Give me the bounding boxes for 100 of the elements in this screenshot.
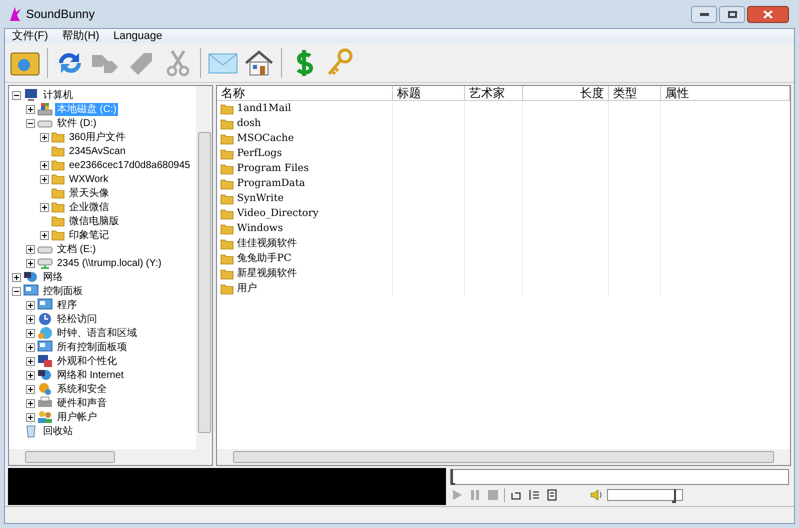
- column-header[interactable]: 名称: [217, 86, 393, 100]
- expand-icon[interactable]: [26, 356, 35, 366]
- expand-icon[interactable]: [40, 160, 49, 170]
- collapse-icon[interactable]: [12, 286, 21, 296]
- tree-item[interactable]: ee2366cec17d0d8a680945: [67, 158, 192, 172]
- playlist-icon[interactable]: [545, 488, 559, 502]
- expand-icon[interactable]: [40, 174, 49, 184]
- tree-item[interactable]: 文档 (E:): [55, 242, 98, 256]
- folder-icon: [220, 162, 234, 174]
- file-name[interactable]: 1and1Mail: [237, 101, 292, 116]
- tree-item[interactable]: WXWork: [67, 172, 110, 186]
- tree-item[interactable]: 回收站: [41, 424, 75, 438]
- folder-icon: [51, 201, 65, 213]
- tree-item[interactable]: 景天头像: [67, 186, 111, 200]
- tree-item[interactable]: 企业微信: [67, 200, 111, 214]
- control-panel-icon: [37, 298, 53, 312]
- horizontal-scrollbar[interactable]: [217, 449, 790, 465]
- tree-item[interactable]: 所有控制面板项: [55, 340, 129, 354]
- file-name[interactable]: 佳佳视频软件: [237, 236, 297, 251]
- file-name[interactable]: PerfLogs: [237, 146, 282, 161]
- vertical-scrollbar[interactable]: [196, 86, 212, 449]
- close-icon: [763, 10, 773, 18]
- tree-item[interactable]: 网络和 Internet: [55, 368, 126, 382]
- menu-item[interactable]: 文件(F): [5, 29, 56, 43]
- folder-icon: [220, 252, 234, 264]
- users-icon: [37, 410, 53, 424]
- network-icon: [23, 270, 39, 284]
- expand-icon[interactable]: [26, 342, 35, 352]
- folder-icon: [220, 192, 234, 204]
- printer-icon: [37, 396, 53, 410]
- column-header[interactable]: 属性: [661, 86, 790, 100]
- expand-icon[interactable]: [26, 328, 35, 338]
- expand-icon[interactable]: [12, 272, 21, 282]
- expand-icon[interactable]: [26, 314, 35, 324]
- expand-icon[interactable]: [26, 300, 35, 310]
- tree-item[interactable]: 网络: [41, 270, 65, 284]
- folder-icon: [220, 222, 234, 234]
- expand-icon[interactable]: [26, 104, 35, 114]
- folder-icon: [220, 102, 234, 114]
- column-header[interactable]: 长度: [523, 86, 609, 100]
- tree-item[interactable]: 2345 (\\trump.local) (Y:): [55, 256, 164, 270]
- expand-icon[interactable]: [26, 370, 35, 380]
- tree-item[interactable]: 微信电脑版: [67, 214, 121, 228]
- expand-icon[interactable]: [26, 384, 35, 394]
- tree-item[interactable]: 360用户文件: [67, 130, 128, 144]
- expand-icon[interactable]: [26, 398, 35, 408]
- maximize-button[interactable]: [719, 6, 745, 22]
- file-name[interactable]: Windows: [237, 221, 283, 236]
- tree-item[interactable]: 时钟、语言和区域: [55, 326, 139, 340]
- speaker-icon[interactable]: [589, 488, 603, 502]
- folder-icon: [51, 229, 65, 241]
- menu-item[interactable]: 帮助(H): [55, 29, 106, 43]
- column-header[interactable]: 艺术家: [465, 86, 523, 100]
- display-icon: [37, 354, 53, 368]
- tree-item[interactable]: 软件 (D:): [55, 116, 98, 130]
- collapse-icon[interactable]: [12, 90, 21, 100]
- expand-icon[interactable]: [40, 202, 49, 212]
- file-name[interactable]: MSOCache: [237, 131, 294, 146]
- expand-icon[interactable]: [26, 244, 35, 254]
- volume-slider[interactable]: [607, 489, 683, 501]
- expand-icon[interactable]: [26, 412, 35, 422]
- expand-icon[interactable]: [40, 132, 49, 142]
- folder-icon: [220, 132, 234, 144]
- column-header[interactable]: 标题: [393, 86, 465, 100]
- folder-icon: [220, 238, 234, 250]
- folder-icon: [51, 187, 65, 199]
- clock-icon: [37, 312, 53, 326]
- file-name[interactable]: dosh: [237, 116, 261, 131]
- folder-icon: [51, 145, 65, 157]
- collapse-icon[interactable]: [26, 118, 35, 128]
- tree-item[interactable]: 用户帐户: [55, 410, 99, 424]
- file-name[interactable]: ProgramData: [237, 176, 306, 191]
- tree-item[interactable]: 2345AvScan: [67, 144, 128, 158]
- tree-item[interactable]: 系统和安全: [55, 382, 109, 396]
- menu-item[interactable]: Language: [106, 29, 170, 43]
- file-name[interactable]: 新星视频软件: [237, 266, 297, 281]
- file-name[interactable]: Video_Directory: [237, 206, 319, 221]
- tree-item[interactable]: 硬件和声音: [55, 396, 109, 410]
- tree-item[interactable]: 计算机: [41, 88, 75, 102]
- rabbit-logo-icon: [8, 6, 22, 22]
- folder-icon: [220, 208, 234, 220]
- file-name[interactable]: 用户: [237, 281, 257, 296]
- minimize-button[interactable]: [691, 6, 717, 22]
- expand-icon[interactable]: [26, 258, 35, 268]
- close-button[interactable]: [747, 6, 789, 22]
- tree-item[interactable]: 程序: [55, 298, 79, 312]
- horizontal-scrollbar[interactable]: [9, 449, 212, 465]
- file-name[interactable]: SynWrite: [237, 191, 284, 206]
- tree-item[interactable]: 印象笔记: [67, 228, 111, 242]
- file-name[interactable]: 兔兔助手PC: [237, 251, 292, 266]
- globe-icon: [37, 326, 53, 340]
- folder-icon: [51, 173, 65, 185]
- column-header[interactable]: 类型: [609, 86, 661, 100]
- seek-slider[interactable]: [450, 469, 789, 485]
- tree-item[interactable]: 轻松访问: [55, 312, 99, 326]
- tree-item[interactable]: 控制面板: [41, 284, 85, 298]
- list-icon[interactable]: [527, 488, 541, 502]
- expand-icon[interactable]: [40, 230, 49, 240]
- tree-item[interactable]: 外观和个性化: [55, 354, 119, 368]
- file-name[interactable]: Program Files: [237, 161, 309, 176]
